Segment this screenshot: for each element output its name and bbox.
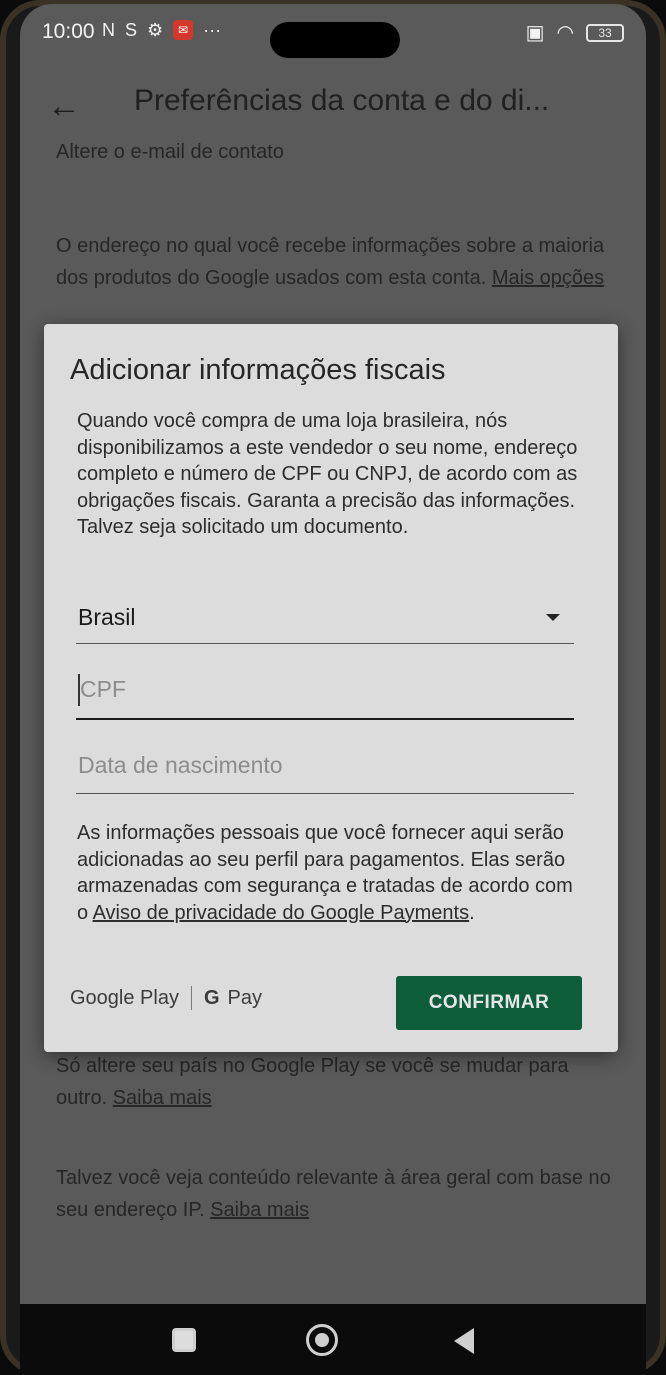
ip-info-text: Talvez você veja conteúdo relevante à ár…: [56, 1162, 616, 1226]
notification-icons: N S ⚙ ✉ ···: [102, 20, 221, 41]
wifi-icon: ◠: [556, 22, 574, 44]
birth-underline: [76, 793, 574, 794]
gpay-logo: Pay: [227, 986, 262, 1009]
cpf-placeholder: CPF: [80, 676, 126, 702]
country-info-text: Só altere seu país no Google Play se voc…: [56, 1050, 616, 1114]
home-button[interactable]: [306, 1324, 338, 1356]
ip-info: Talvez você veja conteúdo relevante à ár…: [56, 1167, 611, 1221]
more-options-link[interactable]: Mais opções: [492, 267, 604, 289]
country-value: Brasil: [78, 604, 136, 630]
status-time: 10:00: [42, 20, 95, 43]
partial-top-text: Altere o e-mail de contato: [56, 141, 284, 162]
country-underline: [76, 643, 574, 644]
privacy-note: As informações pessoais que você fornece…: [77, 822, 573, 924]
screen: 10:00 N S ⚙ ✉ ··· ▣ ◠ 33 ← Preferências …: [20, 4, 646, 1375]
birth-date-placeholder: Data de nascimento: [78, 752, 283, 778]
ip-learn-more-link[interactable]: Saiba mais: [210, 1199, 309, 1221]
battery-icon: 33: [586, 23, 624, 42]
email-info-text: O endereço no qual você recebe informaçõ…: [56, 230, 616, 294]
tax-info-dialog: Adicionar informações fiscais Quando voc…: [44, 324, 618, 1052]
partial-contact-email-text: Altere o e-mail de contato: [56, 136, 616, 162]
more-dots-icon: ···: [203, 20, 222, 40]
back-button[interactable]: ←: [32, 76, 96, 136]
brand-separator: [190, 986, 192, 1010]
status-right-icons: ▣ ◠ 33: [526, 20, 624, 45]
country-select[interactable]: Brasil: [66, 592, 582, 648]
country-learn-more-link[interactable]: Saiba mais: [113, 1087, 212, 1109]
cpf-underline: [76, 718, 574, 720]
dialog-title: Adicionar informações fiscais: [70, 354, 446, 386]
google-play-logo: Google Play: [70, 986, 179, 1009]
cpf-field[interactable]: CPF: [66, 656, 582, 724]
camera-cutout: [270, 22, 400, 58]
app-s-icon: S: [125, 20, 138, 40]
google-g-icon: G: [203, 986, 220, 1009]
navigation-bar: [20, 1304, 646, 1375]
status-bar: 10:00 N S ⚙ ✉ ··· ▣ ◠ 33: [20, 4, 646, 62]
arrow-left-icon: ←: [47, 86, 81, 125]
nfc-icon: N: [102, 20, 115, 40]
gear-icon: ⚙: [147, 20, 164, 40]
dialog-description: Quando você compra de uma loja brasileir…: [77, 410, 578, 538]
system-back-button[interactable]: [454, 1328, 474, 1354]
red-app-icon: ✉: [173, 20, 194, 40]
privacy-notice-link[interactable]: Aviso de privacidade do Google Payments: [93, 902, 470, 924]
page-title: Preferências da conta e do di...: [134, 84, 550, 117]
dropdown-arrow-icon: [546, 614, 560, 621]
confirm-button[interactable]: CONFIRMAR: [396, 976, 582, 1030]
sim-icon: ▣: [525, 22, 545, 44]
app-bar: ← Preferências da conta e do di...: [20, 66, 646, 142]
birth-date-field[interactable]: Data de nascimento: [66, 736, 582, 798]
recent-apps-button[interactable]: [172, 1328, 196, 1352]
brand-logos: Google Play G Pay: [70, 986, 262, 1010]
